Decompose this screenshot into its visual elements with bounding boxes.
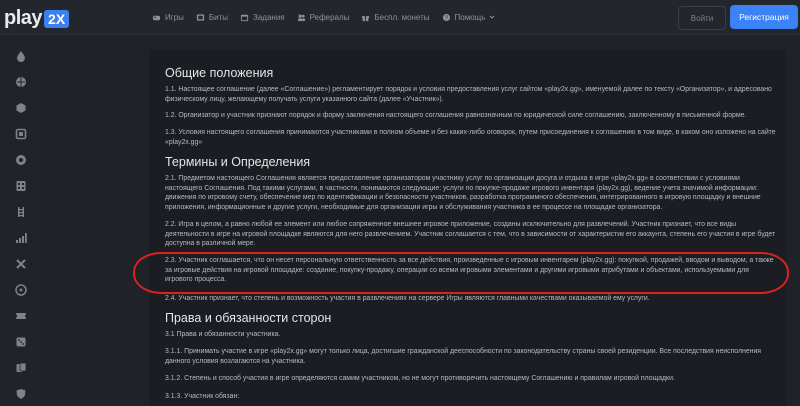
paragraph-1-3: 1.3. Условия настоящего соглашения прини… xyxy=(165,129,776,146)
square-icon[interactable] xyxy=(15,128,27,140)
paragraph-3-1-3: 3.1.3. Участник обязан: xyxy=(165,393,240,400)
section-title-terms: Термины и Определения xyxy=(165,155,311,169)
section-title-rights: Права и обязанности сторон xyxy=(165,311,332,325)
register-button[interactable]: Регистрация xyxy=(730,5,798,29)
nav-label: Биты xyxy=(208,12,229,22)
shield-icon[interactable] xyxy=(15,388,27,400)
agreement-panel: Общие положения 1.1. Настоящее соглашени… xyxy=(149,49,786,406)
calendar-icon xyxy=(240,13,249,22)
paragraph-2-4: 2.4. Участник признает, что степень и во… xyxy=(165,295,650,302)
paragraph-3-1: 3.1 Права и обязанности участника. xyxy=(165,331,281,338)
nav-label: Помощь xyxy=(454,12,486,22)
paragraph-1-1: 1.1. Настоящее соглашение (далее «Соглаш… xyxy=(165,86,772,103)
nav-label: Задания xyxy=(253,12,285,22)
x-icon[interactable] xyxy=(15,258,27,270)
ticket-icon[interactable] xyxy=(15,310,27,322)
game-sidebar xyxy=(0,35,42,406)
bars-icon[interactable] xyxy=(15,232,27,244)
section-title-general: Общие положения xyxy=(165,66,274,80)
paragraph-3-1-2: 3.1.2. Степень и способ участия в игре о… xyxy=(165,375,675,382)
nav-label: Рефералы xyxy=(309,12,350,22)
nav-item-bits[interactable]: Биты xyxy=(196,13,228,22)
nav-item-games[interactable]: Игры xyxy=(152,13,184,22)
disc-icon[interactable] xyxy=(15,154,27,166)
users-icon xyxy=(297,13,306,22)
tower-icon[interactable] xyxy=(15,206,27,218)
logo[interactable]: play 2X xyxy=(4,7,70,30)
gamepad-icon xyxy=(152,13,161,22)
hexagon-icon[interactable] xyxy=(15,102,27,114)
nav-item-free-coins[interactable]: Беспл. монеты xyxy=(361,12,430,22)
paragraph-2-3: 2.3. Участник соглашается, что он несет … xyxy=(165,257,774,284)
paragraph-2-1: 2.1. Предметом настоящего Соглашения явл… xyxy=(165,175,761,211)
cards-icon[interactable] xyxy=(15,362,27,374)
help-icon: ? xyxy=(442,13,451,22)
main-nav: Игры Биты Задания Рефералы Беспл. монеты xyxy=(152,0,495,34)
paragraph-3-1-1: 3.1.1. Принимать участие в игре «play2x.… xyxy=(165,348,762,365)
paragraph-1-2: 1.2. Организатор и участник признают пор… xyxy=(165,112,747,119)
dice-icon[interactable] xyxy=(15,336,27,348)
nav-label: Беспл. монеты xyxy=(374,12,430,22)
nav-item-tasks[interactable]: Задания xyxy=(240,13,285,22)
wheel-icon[interactable] xyxy=(15,284,27,296)
svg-text:?: ? xyxy=(445,15,448,21)
logo-text: play xyxy=(4,7,43,29)
chevron-down-icon xyxy=(489,13,495,22)
nav-item-referrals[interactable]: Рефералы xyxy=(297,12,350,22)
nav-item-help[interactable]: ? Помощь xyxy=(442,13,496,22)
drop-icon[interactable] xyxy=(15,50,27,62)
film-icon xyxy=(196,13,205,22)
grid-icon[interactable] xyxy=(15,180,27,192)
nav-label: Игры xyxy=(165,12,184,22)
top-bar: play 2X Игры Биты Задания Рефералы Беспл… xyxy=(0,0,800,35)
paragraph-2-2: 2.2. Игра в целом, а равно любой ее элем… xyxy=(165,221,776,248)
login-button[interactable]: Войти xyxy=(678,6,726,30)
logo-badge: 2X xyxy=(44,9,70,28)
gift-icon xyxy=(361,13,370,22)
globe-icon[interactable] xyxy=(15,76,27,88)
